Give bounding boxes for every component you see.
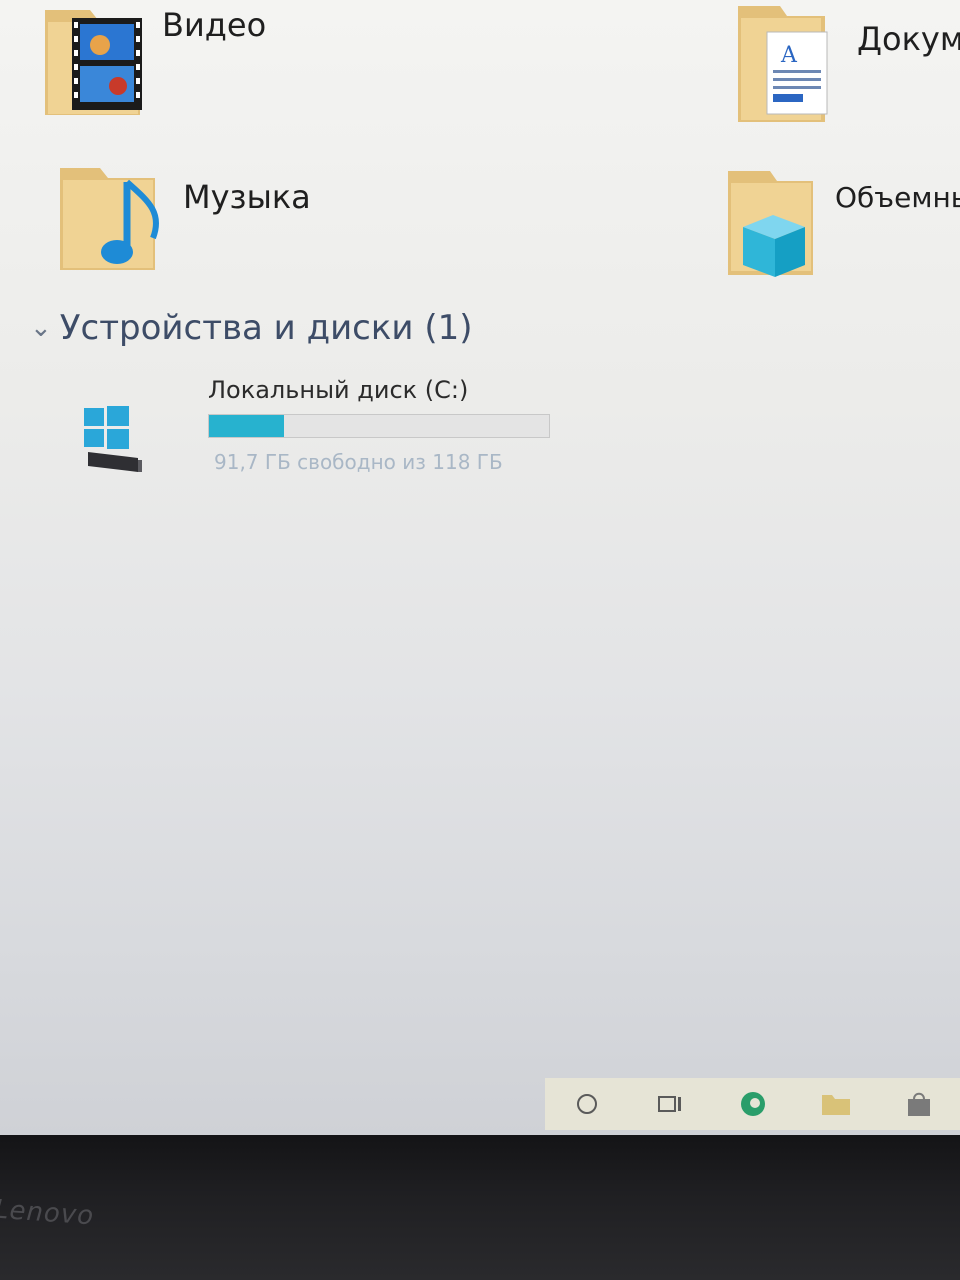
file-explorer-button[interactable] [819,1087,853,1121]
edge-browser-button[interactable] [736,1087,770,1121]
music-folder-icon [60,168,160,270]
chevron-down-icon[interactable]: ⌄ [30,313,52,343]
task-view-icon [657,1096,681,1112]
drive-usage-fill [209,415,284,437]
3d-objects-folder-icon [728,171,813,277]
folder-videos[interactable]: Видео [40,0,380,125]
local-disk-c[interactable]: Локальный диск (C:) 91,7 ГБ свободно из … [80,370,600,480]
folder-label-videos: Видео [162,6,267,44]
circle-icon [576,1094,597,1114]
svg-text:A: A [780,43,798,68]
drive-label: Локальный диск (C:) [208,376,469,404]
documents-folder-icon: A [738,6,828,122]
taskbar [545,1078,960,1130]
drive-free-space: 91,7 ГБ свободно из 118 ГБ [214,450,503,474]
devices-section-title: Устройства и диски (1) [59,308,473,348]
file-explorer-window: Видео A Докуме Музыка [0,0,960,1135]
folder-label-documents: Докуме [857,20,960,58]
brand-logo: Lenovo [0,1194,96,1232]
folder-documents[interactable]: A Докуме [735,0,960,125]
drive-usage-bar [208,414,550,438]
folder-label-3d-objects: Объемны [835,181,960,214]
cortana-search-button[interactable] [570,1087,604,1121]
folder-3d-objects[interactable]: Объемны [725,165,960,285]
folder-music[interactable]: Музыка [55,160,395,280]
devices-section-header[interactable]: ⌄ Устройства и диски (1) [30,308,472,348]
store-button[interactable] [902,1087,936,1121]
store-icon [907,1092,930,1116]
folder-label-music: Музыка [183,178,311,216]
video-folder-icon [45,10,142,115]
task-view-button[interactable] [653,1087,687,1121]
folder-icon [821,1095,850,1115]
windows-drive-icon [84,406,142,472]
edge-icon [740,1092,765,1116]
laptop-bezel [0,1135,960,1280]
